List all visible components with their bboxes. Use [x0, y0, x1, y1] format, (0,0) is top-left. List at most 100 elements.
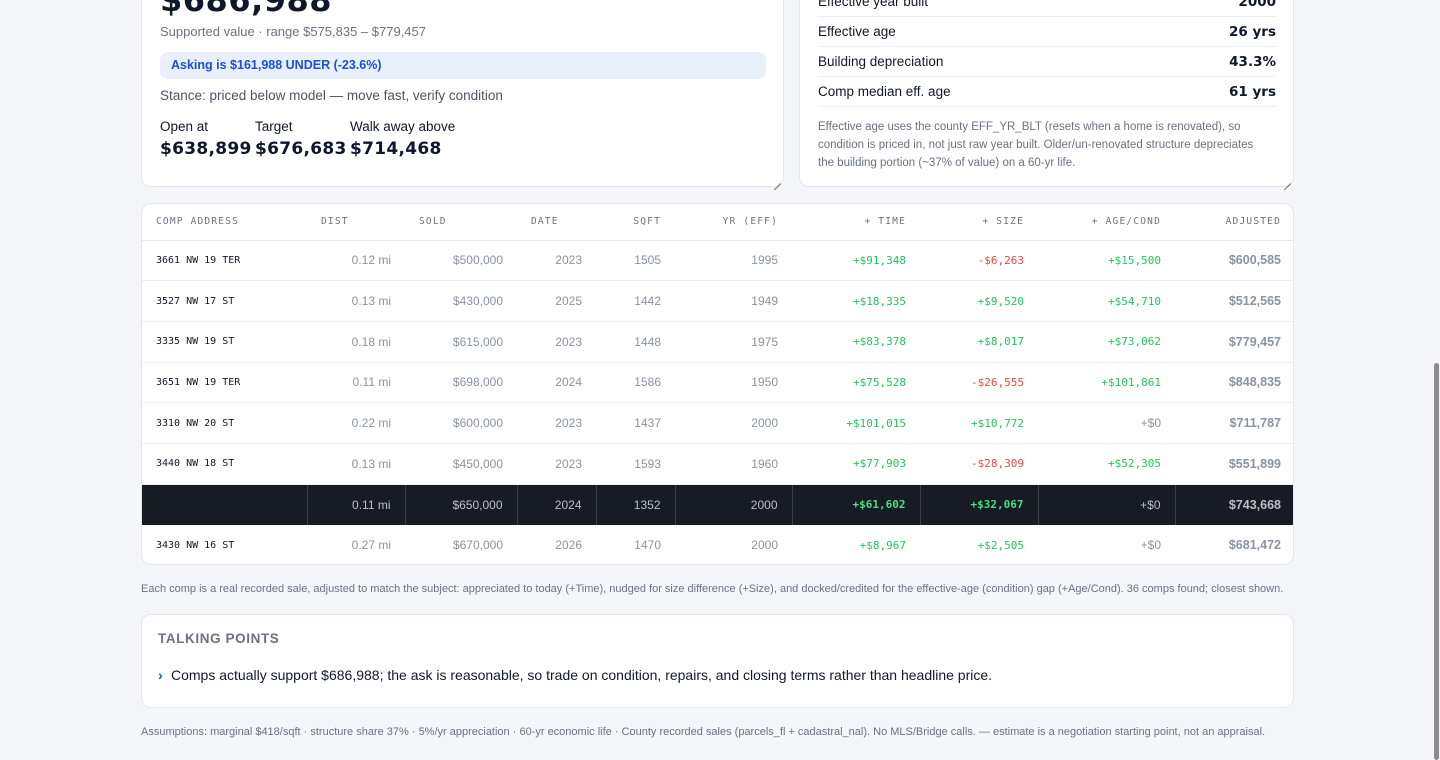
depreciation-card: Effective year built 2000 Effective age … — [799, 0, 1294, 187]
col-header-yr-eff[interactable]: YR (EFF) — [675, 204, 792, 241]
col-header-sqft[interactable]: SQFT — [596, 204, 675, 241]
comp-address: 3527 NW 17 ST — [142, 280, 307, 322]
comp-time-adj: +$18,335 — [792, 280, 920, 322]
dep-label: Effective year built — [818, 0, 929, 9]
comp-sqft: 1470 — [634, 538, 661, 553]
resize-handle-icon[interactable] — [772, 175, 781, 184]
comp-address: 3440 NW 18 ST — [142, 443, 307, 485]
comp-adjusted: $512,565 — [1175, 280, 1293, 322]
col-header-date[interactable]: DATE — [517, 204, 596, 241]
open-at-value: $638,899 — [160, 139, 252, 159]
comp-sqft: 1352 — [596, 484, 676, 525]
chevron-right-icon: › — [158, 667, 163, 683]
walk-away-label: Walk away above — [350, 119, 456, 134]
dep-row-building-depreciation: Building depreciation 43.3% — [818, 47, 1276, 77]
table-row[interactable]: 3310 NW 20 ST 0.22 mi $600,000 2023 1437… — [142, 402, 1293, 444]
comp-yr: 2000 — [675, 484, 793, 525]
comp-time-adj: +$77,903 — [792, 443, 920, 485]
comp-sqft: 1586 — [596, 362, 675, 404]
target-label: Target — [255, 119, 293, 134]
target-value: $676,683 — [255, 139, 347, 159]
comp-size-adj: +$2,505 — [977, 538, 1024, 552]
dep-label: Building depreciation — [818, 54, 944, 69]
comp-sold: $615,000 — [405, 321, 517, 363]
comp-yr: 1949 — [675, 280, 792, 322]
comp-date: 2024 — [517, 362, 596, 404]
comp-dist: 0.11 mi — [307, 484, 406, 525]
comp-time-adj: +$83,378 — [792, 321, 920, 363]
table-row[interactable]: 3661 NW 19 TER 0.12 mi $500,000 2023 150… — [142, 240, 1293, 282]
table-row[interactable]: 3651 NW 19 TER 0.11 mi $698,000 2024 158… — [142, 362, 1293, 404]
comps-header-row: COMP ADDRESS DIST SOLD DATE SQFT YR (EFF… — [142, 204, 1293, 241]
resize-handle-icon[interactable] — [1282, 175, 1291, 184]
comp-address: 3430 NW 16 ST — [156, 539, 235, 551]
comp-time-adj: +$101,015 — [792, 402, 920, 444]
comp-age-adj: +$15,500 — [1038, 240, 1175, 282]
comp-size-adj: +$10,772 — [920, 402, 1038, 444]
comp-size-adj: +$8,017 — [920, 321, 1038, 363]
walk-away-value: $714,468 — [350, 139, 442, 159]
comp-yr: 2000 — [751, 538, 778, 553]
comp-address: 3310 NW 20 ST — [142, 402, 307, 444]
comp-age-adj: +$0 — [1038, 484, 1176, 525]
comp-sold: $600,000 — [405, 402, 517, 444]
comp-dist: 0.12 mi — [307, 240, 405, 282]
comp-date: 2025 — [517, 280, 596, 322]
comp-sold: $698,000 — [405, 362, 517, 404]
comp-sqft: 1448 — [596, 321, 675, 363]
table-row[interactable]: 3440 NW 18 ST 0.13 mi $450,000 2023 1593… — [142, 443, 1293, 485]
talking-point-text: Comps actually support $686,988; the ask… — [171, 667, 993, 683]
comp-sold: $430,000 — [405, 280, 517, 322]
dep-row-comp-median: Comp median eff. age 61 yrs — [818, 77, 1276, 107]
dep-value: 2000 — [1238, 0, 1276, 10]
comp-sqft: 1593 — [596, 443, 675, 485]
comp-age-adj: +$73,062 — [1038, 321, 1175, 363]
comp-dist: 0.22 mi — [307, 402, 405, 444]
comp-size-adj: +$9,520 — [920, 280, 1038, 322]
comp-adjusted: $779,457 — [1175, 321, 1293, 363]
comp-date: 2024 — [517, 484, 597, 525]
col-header-address[interactable]: COMP ADDRESS — [142, 204, 307, 241]
comp-size-adj: -$6,263 — [920, 240, 1038, 282]
comp-size-adj: -$28,309 — [920, 443, 1038, 485]
comp-time-adj: +$75,528 — [792, 362, 920, 404]
col-header-adjusted[interactable]: ADJUSTED — [1175, 204, 1293, 241]
comp-age-adj: +$101,861 — [1038, 362, 1175, 404]
comps-table: COMP ADDRESS DIST SOLD DATE SQFT YR (EFF… — [142, 204, 1293, 564]
col-header-size[interactable]: + SIZE — [920, 204, 1038, 241]
col-header-dist[interactable]: DIST — [307, 204, 405, 241]
dep-label: Comp median eff. age — [818, 84, 951, 99]
comp-address: 3651 NW 19 TER — [142, 362, 307, 404]
assumptions-text: Assumptions: marginal $418/sqft · struct… — [141, 726, 1266, 738]
comp-sqft: 1437 — [596, 402, 675, 444]
comp-yr: 1950 — [675, 362, 792, 404]
supported-value: $686,988 — [160, 0, 333, 19]
open-at-block: Open at $638,899 — [160, 119, 252, 159]
table-row-highlighted[interactable]: 0.11 mi $650,000 2024 1352 2000 +$61,602… — [142, 484, 1293, 525]
dep-row-eff-age: Effective age 26 yrs — [818, 17, 1276, 47]
comp-time-adj: +$91,348 — [792, 240, 920, 282]
comp-date: 2023 — [517, 240, 596, 282]
comp-address — [142, 484, 308, 525]
col-header-age-cond[interactable]: + AGE/COND — [1038, 204, 1175, 241]
open-at-label: Open at — [160, 119, 209, 134]
talking-points-card: TALKING POINTS › Comps actually support $… — [141, 614, 1294, 708]
comp-size-adj: +$32,067 — [920, 484, 1039, 525]
comps-footnote: Each comp is a real recorded sale, adjus… — [141, 583, 1284, 595]
talking-point-item: › Comps actually support $686,988; the as… — [158, 667, 992, 683]
comp-dist: 0.13 mi — [307, 280, 405, 322]
col-header-time[interactable]: + TIME — [792, 204, 920, 241]
comp-dist: 0.18 mi — [307, 321, 405, 363]
table-row[interactable]: 3527 NW 17 ST 0.13 mi $430,000 2025 1442… — [142, 280, 1293, 322]
comp-yr: 2000 — [675, 402, 792, 444]
comp-sqft: 1505 — [596, 240, 675, 282]
col-header-sold[interactable]: SOLD — [405, 204, 517, 241]
comp-age-adj: +$0 — [1038, 402, 1175, 444]
comp-dist: 0.27 mi — [351, 538, 391, 553]
dep-value: 61 yrs — [1229, 83, 1276, 100]
table-row[interactable]: 3335 NW 19 ST 0.18 mi $615,000 2023 1448… — [142, 321, 1293, 363]
comp-time-adj: +$8,967 — [859, 538, 906, 552]
scrollbar-thumb[interactable] — [1434, 363, 1439, 760]
table-row[interactable]: 3430 NW 16 ST 0.27 mi $670,000 2026 1470… — [142, 525, 1293, 564]
comp-dist: 0.11 mi — [307, 362, 405, 404]
